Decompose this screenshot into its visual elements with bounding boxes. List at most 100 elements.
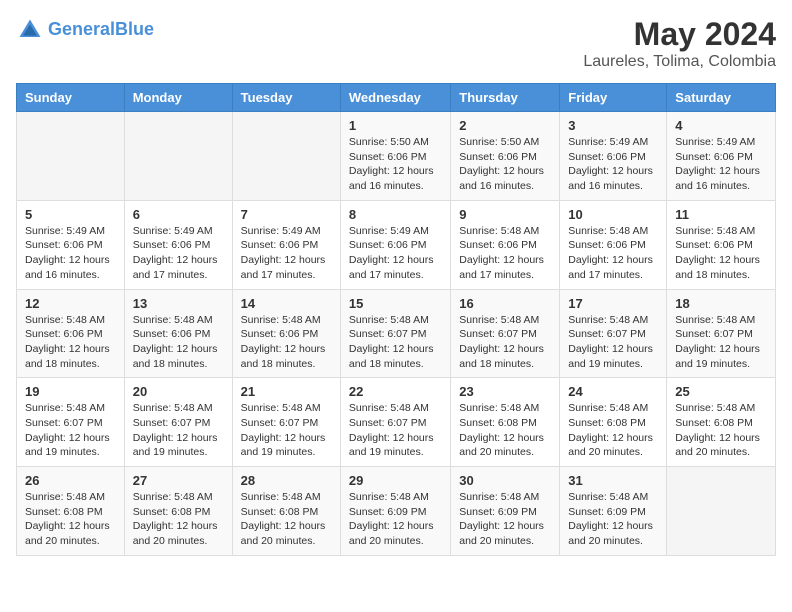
calendar-cell: 22 Sunrise: 5:48 AM Sunset: 6:07 PM Dayli…	[340, 378, 450, 467]
logo-line2: Blue	[115, 19, 154, 39]
week-row-5: 26 Sunrise: 5:48 AM Sunset: 6:08 PM Dayli…	[17, 467, 776, 556]
day-info: Sunrise: 5:48 AM Sunset: 6:09 PM Dayligh…	[568, 490, 658, 549]
day-number: 27	[133, 473, 224, 488]
day-info: Sunrise: 5:48 AM Sunset: 6:06 PM Dayligh…	[133, 313, 224, 372]
day-number: 23	[459, 384, 551, 399]
calendar-cell: 6 Sunrise: 5:49 AM Sunset: 6:06 PM Daylig…	[124, 200, 232, 289]
calendar-cell: 15 Sunrise: 5:48 AM Sunset: 6:07 PM Dayli…	[340, 289, 450, 378]
day-number: 5	[25, 207, 116, 222]
day-number: 15	[349, 296, 442, 311]
subtitle: Laureles, Tolima, Colombia	[583, 53, 776, 71]
day-info: Sunrise: 5:48 AM Sunset: 6:07 PM Dayligh…	[25, 401, 116, 460]
calendar-cell: 29 Sunrise: 5:48 AM Sunset: 6:09 PM Dayli…	[340, 467, 450, 556]
calendar-cell: 10 Sunrise: 5:48 AM Sunset: 6:06 PM Dayli…	[560, 200, 667, 289]
day-info: Sunrise: 5:48 AM Sunset: 6:07 PM Dayligh…	[349, 401, 442, 460]
calendar-cell: 9Sunrise: 5:48 AM Sunset: 6:06 PM Daylig…	[451, 200, 560, 289]
calendar-cell: 5 Sunrise: 5:49 AM Sunset: 6:06 PM Daylig…	[17, 200, 125, 289]
day-info: Sunrise: 5:49 AM Sunset: 6:06 PM Dayligh…	[25, 224, 116, 283]
calendar-cell: 3 Sunrise: 5:49 AM Sunset: 6:06 PM Daylig…	[560, 112, 667, 201]
calendar-cell: 28Sunrise: 5:48 AM Sunset: 6:08 PM Dayli…	[232, 467, 340, 556]
week-row-4: 19Sunrise: 5:48 AM Sunset: 6:07 PM Dayli…	[17, 378, 776, 467]
calendar-cell: 4 Sunrise: 5:49 AM Sunset: 6:06 PM Daylig…	[667, 112, 776, 201]
day-info: Sunrise: 5:48 AM Sunset: 6:08 PM Dayligh…	[459, 401, 551, 460]
day-number: 2	[459, 118, 551, 133]
day-number: 11	[675, 207, 767, 222]
title-section: May 2024 Laureles, Tolima, Colombia	[583, 16, 776, 71]
calendar-cell: 18 Sunrise: 5:48 AM Sunset: 6:07 PM Dayli…	[667, 289, 776, 378]
week-row-2: 5 Sunrise: 5:49 AM Sunset: 6:06 PM Daylig…	[17, 200, 776, 289]
day-number: 9	[459, 207, 551, 222]
day-info: Sunrise: 5:48 AM Sunset: 6:07 PM Dayligh…	[568, 313, 658, 372]
day-number: 30	[459, 473, 551, 488]
calendar-cell: 20Sunrise: 5:48 AM Sunset: 6:07 PM Dayli…	[124, 378, 232, 467]
day-number: 21	[241, 384, 332, 399]
calendar-cell: 14 Sunrise: 5:48 AM Sunset: 6:06 PM Dayli…	[232, 289, 340, 378]
day-info: Sunrise: 5:49 AM Sunset: 6:06 PM Dayligh…	[133, 224, 224, 283]
day-info: Sunrise: 5:48 AM Sunset: 6:09 PM Dayligh…	[349, 490, 442, 549]
day-number: 3	[568, 118, 658, 133]
day-number: 1	[349, 118, 442, 133]
day-number: 10	[568, 207, 658, 222]
calendar-cell: 7Sunrise: 5:49 AM Sunset: 6:06 PM Daylig…	[232, 200, 340, 289]
day-info: Sunrise: 5:49 AM Sunset: 6:06 PM Dayligh…	[241, 224, 332, 283]
day-number: 14	[241, 296, 332, 311]
main-title: May 2024	[583, 16, 776, 53]
day-number: 22	[349, 384, 442, 399]
day-number: 25	[675, 384, 767, 399]
day-number: 18	[675, 296, 767, 311]
logo: GeneralBlue	[16, 16, 154, 44]
day-number: 6	[133, 207, 224, 222]
calendar-cell	[17, 112, 125, 201]
calendar-cell: 2 Sunrise: 5:50 AM Sunset: 6:06 PM Daylig…	[451, 112, 560, 201]
calendar-cell: 21 Sunrise: 5:48 AM Sunset: 6:07 PM Dayli…	[232, 378, 340, 467]
calendar-cell: 27 Sunrise: 5:48 AM Sunset: 6:08 PM Dayli…	[124, 467, 232, 556]
day-info: Sunrise: 5:48 AM Sunset: 6:07 PM Dayligh…	[349, 313, 442, 372]
day-info: Sunrise: 5:48 AM Sunset: 6:08 PM Dayligh…	[133, 490, 224, 549]
calendar-cell: 31 Sunrise: 5:48 AM Sunset: 6:09 PM Dayli…	[560, 467, 667, 556]
calendar-cell: 30Sunrise: 5:48 AM Sunset: 6:09 PM Dayli…	[451, 467, 560, 556]
calendar-cell	[124, 112, 232, 201]
calendar-cell: 13 Sunrise: 5:48 AM Sunset: 6:06 PM Dayli…	[124, 289, 232, 378]
day-info: Sunrise: 5:48 AM Sunset: 6:06 PM Dayligh…	[241, 313, 332, 372]
logo-text: GeneralBlue	[48, 20, 154, 40]
day-info: Sunrise: 5:48 AM Sunset: 6:07 PM Dayligh…	[675, 313, 767, 372]
calendar-cell: 19Sunrise: 5:48 AM Sunset: 6:07 PM Dayli…	[17, 378, 125, 467]
day-number: 4	[675, 118, 767, 133]
day-info: Sunrise: 5:49 AM Sunset: 6:06 PM Dayligh…	[349, 224, 442, 283]
calendar-cell	[232, 112, 340, 201]
weekday-header-row: SundayMondayTuesdayWednesdayThursdayFrid…	[17, 84, 776, 112]
calendar-cell: 12Sunrise: 5:48 AM Sunset: 6:06 PM Dayli…	[17, 289, 125, 378]
day-number: 13	[133, 296, 224, 311]
day-number: 8	[349, 207, 442, 222]
day-info: Sunrise: 5:49 AM Sunset: 6:06 PM Dayligh…	[568, 135, 658, 194]
calendar-cell: 17 Sunrise: 5:48 AM Sunset: 6:07 PM Dayli…	[560, 289, 667, 378]
calendar-cell	[667, 467, 776, 556]
calendar-cell: 25Sunrise: 5:48 AM Sunset: 6:08 PM Dayli…	[667, 378, 776, 467]
weekday-header-wednesday: Wednesday	[340, 84, 450, 112]
weekday-header-monday: Monday	[124, 84, 232, 112]
weekday-header-sunday: Sunday	[17, 84, 125, 112]
weekday-header-thursday: Thursday	[451, 84, 560, 112]
day-info: Sunrise: 5:48 AM Sunset: 6:07 PM Dayligh…	[241, 401, 332, 460]
calendar-cell: 24Sunrise: 5:48 AM Sunset: 6:08 PM Dayli…	[560, 378, 667, 467]
day-number: 29	[349, 473, 442, 488]
day-info: Sunrise: 5:50 AM Sunset: 6:06 PM Dayligh…	[459, 135, 551, 194]
calendar-cell: 23 Sunrise: 5:48 AM Sunset: 6:08 PM Dayli…	[451, 378, 560, 467]
weekday-header-friday: Friday	[560, 84, 667, 112]
calendar-cell: 1 Sunrise: 5:50 AM Sunset: 6:06 PM Daylig…	[340, 112, 450, 201]
day-info: Sunrise: 5:48 AM Sunset: 6:08 PM Dayligh…	[25, 490, 116, 549]
day-info: Sunrise: 5:49 AM Sunset: 6:06 PM Dayligh…	[675, 135, 767, 194]
day-number: 26	[25, 473, 116, 488]
calendar-cell: 11Sunrise: 5:48 AM Sunset: 6:06 PM Dayli…	[667, 200, 776, 289]
day-info: Sunrise: 5:48 AM Sunset: 6:08 PM Dayligh…	[241, 490, 332, 549]
day-info: Sunrise: 5:48 AM Sunset: 6:08 PM Dayligh…	[568, 401, 658, 460]
day-info: Sunrise: 5:48 AM Sunset: 6:06 PM Dayligh…	[568, 224, 658, 283]
logo-icon	[16, 16, 44, 44]
calendar-cell: 8 Sunrise: 5:49 AM Sunset: 6:06 PM Daylig…	[340, 200, 450, 289]
day-info: Sunrise: 5:50 AM Sunset: 6:06 PM Dayligh…	[349, 135, 442, 194]
day-number: 17	[568, 296, 658, 311]
calendar-table: SundayMondayTuesdayWednesdayThursdayFrid…	[16, 83, 776, 556]
calendar-cell: 16Sunrise: 5:48 AM Sunset: 6:07 PM Dayli…	[451, 289, 560, 378]
weekday-header-tuesday: Tuesday	[232, 84, 340, 112]
day-number: 31	[568, 473, 658, 488]
